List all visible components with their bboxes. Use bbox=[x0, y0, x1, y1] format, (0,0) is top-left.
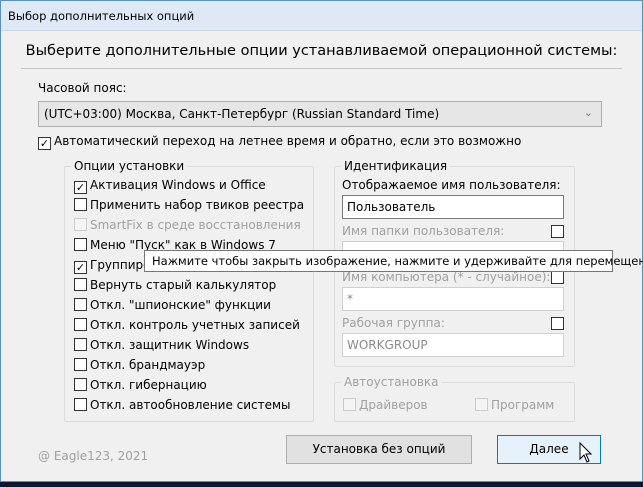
autoinstall-group: Автоустановка Драйверов Программ bbox=[334, 375, 575, 422]
install-options-group: Опции установки ✓ Активация Windows и Off… bbox=[64, 159, 314, 422]
option-disable-hibernation[interactable]: Откл. гибернацию bbox=[74, 378, 207, 392]
option-disable-autoupdate[interactable]: Откл. автообновление системы bbox=[74, 398, 291, 412]
computer-name-input[interactable]: * bbox=[342, 287, 564, 311]
display-name-label: Отображаемое имя пользователя: bbox=[342, 178, 561, 192]
checkbox-icon bbox=[74, 298, 87, 311]
checkbox-disabled-icon bbox=[343, 398, 356, 411]
install-without-options-button[interactable]: Установка без опций bbox=[286, 435, 472, 464]
option-label: Откл. "шпионские" функции bbox=[90, 298, 271, 312]
mouse-cursor-icon bbox=[579, 442, 593, 463]
tooltip[interactable]: Нажмите чтобы закрыть изображение, нажми… bbox=[144, 250, 643, 272]
title-bar[interactable]: Выбор дополнительных опций bbox=[1, 1, 642, 31]
option-disable-defender[interactable]: Откл. защитник Windows bbox=[74, 338, 249, 352]
checkbox-icon bbox=[74, 338, 87, 351]
workgroup-checkbox[interactable] bbox=[551, 317, 564, 330]
dst-label: Автоматический переход на летнее время и… bbox=[54, 134, 522, 148]
folder-name-checkbox[interactable] bbox=[551, 225, 564, 238]
checkbox-icon bbox=[74, 378, 87, 391]
option-old-calculator[interactable]: Вернуть старый калькулятор bbox=[74, 278, 276, 292]
option-label: Активация Windows и Office bbox=[90, 178, 266, 192]
dialog-window: Выбор дополнительных опций Выберите допо… bbox=[0, 0, 643, 482]
identity-legend: Идентификация bbox=[341, 159, 451, 173]
autoinstall-programs-checkbox: Программ bbox=[475, 398, 554, 412]
option-label: Откл. автообновление системы bbox=[90, 398, 291, 412]
folder-name-label: Имя папки пользователя: bbox=[342, 224, 505, 238]
option-label: Применить набор твиков реестра bbox=[90, 198, 305, 212]
checkbox-icon bbox=[74, 238, 87, 251]
option-label: Откл. гибернацию bbox=[90, 378, 207, 392]
checkbox-icon bbox=[74, 358, 87, 371]
option-label: Вернуть старый калькулятор bbox=[90, 278, 277, 292]
checkbox-disabled-icon bbox=[74, 218, 87, 231]
page-heading: Выберите дополнительные опции устанавлив… bbox=[25, 43, 618, 59]
checkbox-checked-icon: ✓ bbox=[38, 137, 51, 150]
computer-name-checkbox[interactable] bbox=[551, 271, 564, 284]
workgroup-label: Рабочая группа: bbox=[342, 316, 445, 330]
option-grouping[interactable]: ✓ Группиро bbox=[74, 258, 151, 274]
option-disable-spy[interactable]: Откл. "шпионские" функции bbox=[74, 298, 271, 312]
workgroup-input[interactable]: WORKGROUP bbox=[342, 333, 564, 357]
chevron-down-icon: ⌄ bbox=[583, 106, 593, 119]
option-registry-tweaks[interactable]: Применить набор твиков реестра bbox=[74, 198, 304, 212]
separator bbox=[21, 68, 622, 69]
install-options-legend: Опции установки bbox=[71, 159, 188, 173]
option-label: Откл. защитник Windows bbox=[90, 338, 250, 352]
drivers-label: Драйверов bbox=[359, 398, 428, 412]
copyright: @ Eagle123, 2021 bbox=[38, 449, 149, 463]
autoinstall-legend: Автоустановка bbox=[341, 375, 442, 389]
checkbox-checked-icon: ✓ bbox=[74, 261, 87, 274]
checkbox-icon bbox=[74, 198, 87, 211]
programs-label: Программ bbox=[491, 398, 555, 412]
timezone-value: (UTC+03:00) Москва, Санкт-Петербург (Rus… bbox=[44, 107, 440, 121]
option-label: SmartFix в среде восстановления bbox=[90, 218, 301, 232]
checkbox-disabled-icon bbox=[475, 398, 488, 411]
computer-name-label: Имя компьютера (* - случайное): bbox=[342, 270, 551, 284]
option-label: Группиро bbox=[90, 258, 151, 272]
option-disable-firewall[interactable]: Откл. брандмауэр bbox=[74, 358, 205, 372]
autoinstall-drivers-checkbox: Драйверов bbox=[343, 398, 428, 412]
option-activation[interactable]: ✓ Активация Windows и Office bbox=[74, 178, 266, 194]
checkbox-icon bbox=[74, 398, 87, 411]
option-label: Откл. контроль учетных записей bbox=[90, 318, 300, 332]
checkbox-checked-icon: ✓ bbox=[74, 181, 87, 194]
dst-checkbox[interactable]: ✓ Автоматический переход на летнее время … bbox=[38, 134, 521, 150]
timezone-label: Часовой пояс: bbox=[38, 81, 127, 95]
option-disable-uac[interactable]: Откл. контроль учетных записей bbox=[74, 318, 300, 332]
display-name-input[interactable]: Пользователь bbox=[342, 195, 564, 219]
checkbox-icon bbox=[74, 318, 87, 331]
option-label: Откл. брандмауэр bbox=[90, 358, 206, 372]
window-title: Выбор дополнительных опций bbox=[8, 9, 195, 23]
option-smartfix: SmartFix в среде восстановления bbox=[74, 218, 301, 232]
timezone-select[interactable]: (UTC+03:00) Москва, Санкт-Петербург (Rus… bbox=[38, 101, 602, 127]
checkbox-icon bbox=[74, 278, 87, 291]
